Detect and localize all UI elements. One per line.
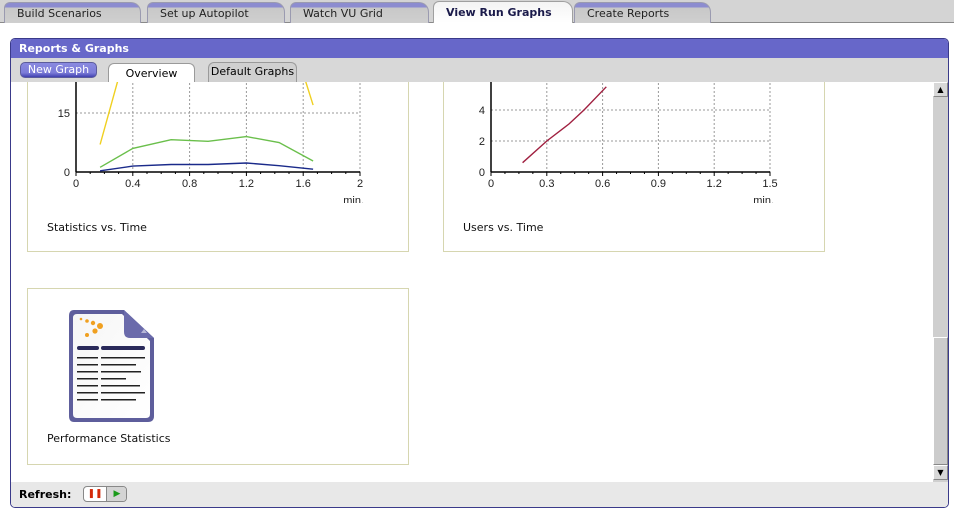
users-chart: 0 0.3 0.6 0.9 1.2 1.5 0 2 4 min. (479, 82, 778, 203)
subtab-overview[interactable]: Overview (108, 63, 195, 83)
tab-set-up-autopilot[interactable]: Set up Autopilot (147, 2, 285, 23)
y-tick-label: 4 (479, 105, 485, 117)
series-line-users (522, 86, 607, 164)
vertical-scrollbar[interactable]: ▲ ▼ (933, 82, 948, 482)
x-tick-label: 0.4 (125, 178, 140, 190)
report-document-icon (69, 310, 154, 422)
report-card-performance-statistics[interactable]: Performance Statistics (27, 288, 409, 465)
refresh-footer: Refresh: ❚❚ ▶ (11, 482, 948, 507)
graph-card-label: Statistics vs. Time (47, 221, 147, 234)
x-tick-label: 1.2 (707, 178, 722, 190)
x-tick-label: 0.8 (182, 178, 197, 190)
reports-graphs-panel: Reports & Graphs New Graph Overview Defa… (10, 38, 949, 508)
graph-card-statistics[interactable]: 00.40.81.21.6201530min. Statistics vs. T… (27, 82, 409, 252)
y-tick-label: 0 (64, 167, 70, 179)
x-tick-label: 1.2 (239, 178, 254, 190)
play-button[interactable]: ▶ (106, 487, 126, 501)
x-tick-label: 1.5 (762, 178, 777, 190)
pause-icon: ❚❚ (87, 489, 103, 499)
subtab-bar: New Graph Overview Default Graphs (11, 58, 948, 83)
tab-create-reports[interactable]: Create Reports (574, 2, 711, 23)
report-card-label: Performance Statistics (47, 432, 171, 445)
series-line-blue (100, 162, 314, 172)
y-tick-label: 2 (479, 136, 485, 148)
x-tick-label: 0.9 (651, 178, 666, 190)
refresh-label: Refresh: (19, 488, 72, 501)
tab-watch-vu-grid[interactable]: Watch VU Grid (290, 2, 429, 23)
scroll-up-button[interactable]: ▲ (933, 82, 948, 97)
x-tick-label: 0 (488, 178, 494, 190)
series-line-green (99, 135, 314, 168)
main-tab-bar: Build Scenarios Set up Autopilot Watch V… (0, 0, 954, 23)
x-tick-label: 2 (357, 178, 363, 190)
y-tick-label: 0 (479, 167, 485, 179)
pause-button[interactable]: ❚❚ (84, 487, 106, 501)
y-tick-label: 15 (58, 108, 70, 120)
statistics-chart: 00.40.81.21.6201530min. (58, 82, 364, 203)
new-graph-button[interactable]: New Graph (20, 62, 97, 78)
x-axis-label: min. (343, 195, 364, 203)
x-tick-label: 0.3 (539, 178, 554, 190)
tab-build-scenarios[interactable]: Build Scenarios (4, 2, 141, 23)
x-axis-label: min. (753, 195, 774, 203)
scroll-down-button[interactable]: ▼ (933, 465, 948, 480)
refresh-control: ❚❚ ▶ (83, 486, 127, 502)
panel-title: Reports & Graphs (11, 39, 948, 58)
graphs-content-area: 00.40.81.21.6201530min. Statistics vs. T… (11, 82, 932, 482)
x-tick-label: 0 (73, 178, 79, 190)
arrow-down-icon: ▼ (937, 468, 944, 477)
graph-card-label: Users vs. Time (463, 221, 544, 234)
x-tick-label: 1.6 (296, 178, 311, 190)
subtab-default-graphs[interactable]: Default Graphs (208, 62, 297, 82)
scroll-thumb[interactable] (933, 337, 948, 465)
x-tick-label: 0.6 (595, 178, 610, 190)
arrow-up-icon: ▲ (937, 85, 944, 94)
graph-card-users[interactable]: 0 0.3 0.6 0.9 1.2 1.5 0 2 4 min. Users vs. Time (443, 82, 825, 252)
tab-view-run-graphs[interactable]: View Run Graphs (433, 1, 573, 23)
play-icon: ▶ (113, 489, 121, 499)
